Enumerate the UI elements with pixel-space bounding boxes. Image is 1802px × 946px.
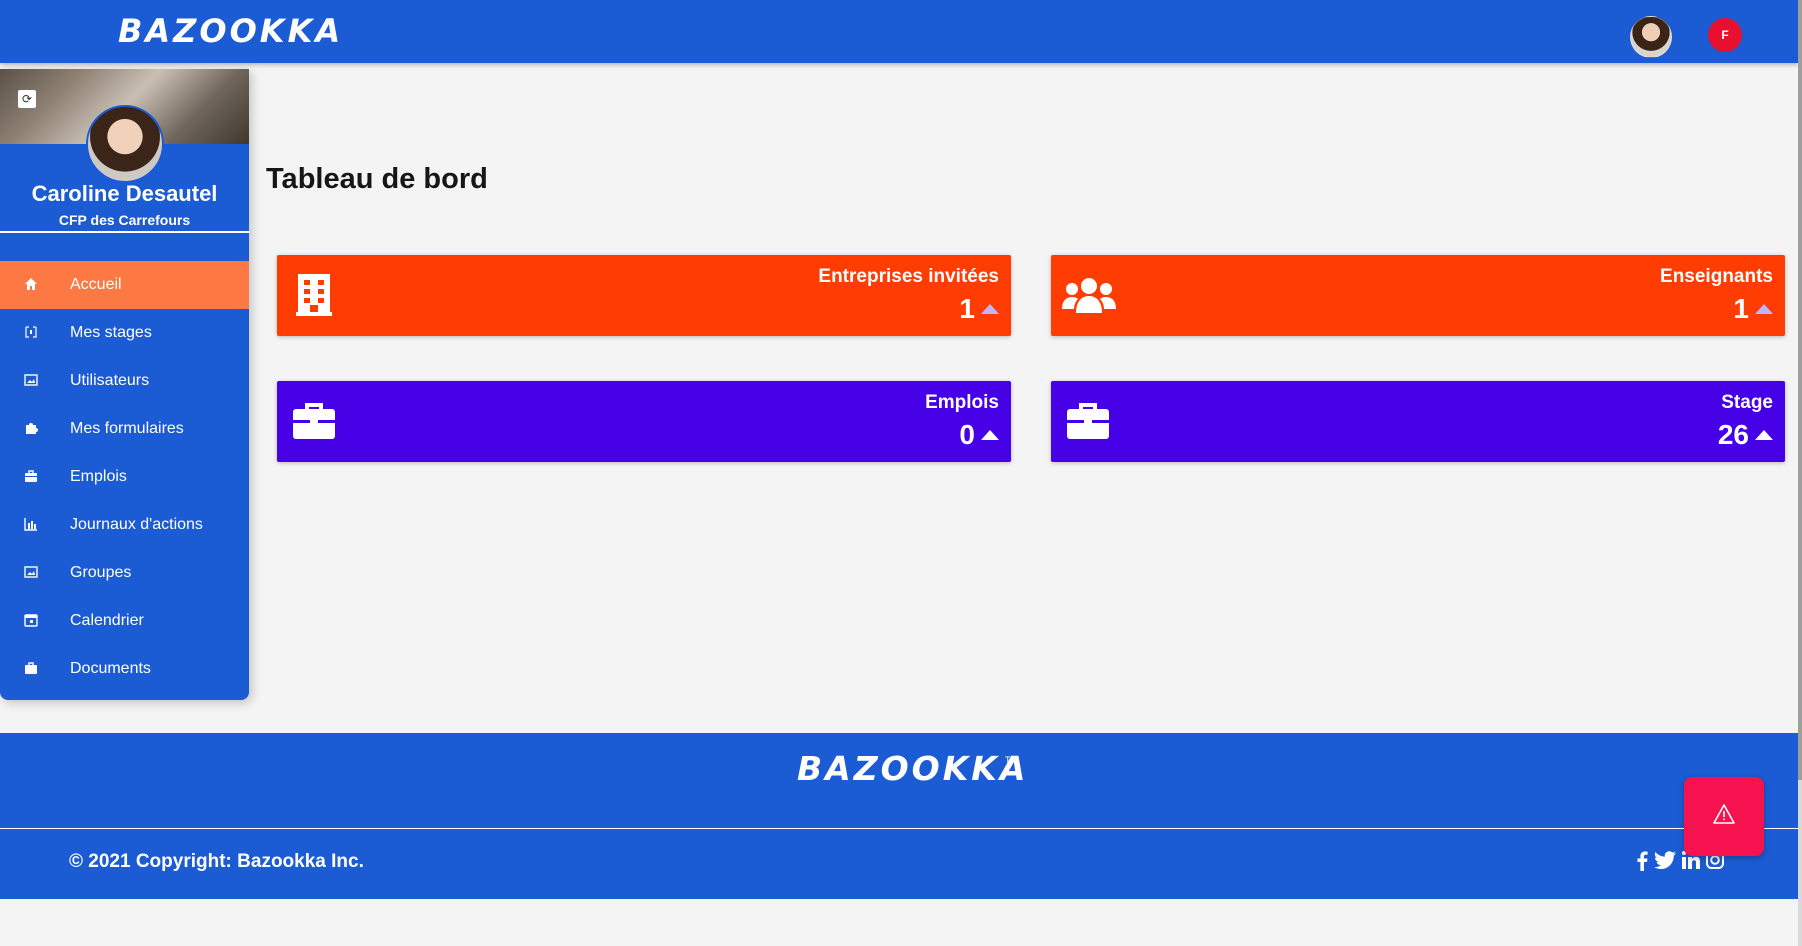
stat-card-entreprises[interactable]: Entreprises invitées 1 — [277, 255, 1011, 336]
trend-up-icon — [981, 430, 999, 440]
image-icon — [0, 565, 70, 582]
stat-card-emplois[interactable]: Emplois 0 — [277, 381, 1011, 462]
sidebar-item-label: Utilisateurs — [70, 372, 150, 389]
stages-icon — [0, 325, 70, 342]
copyright: © 2021 Copyright: Bazookka Inc. — [69, 851, 364, 873]
stat-value: 1 — [959, 293, 975, 324]
sidebar-item-label: Emplois — [70, 468, 127, 485]
report-alert-button[interactable] — [1684, 777, 1764, 856]
stat-value-row: 26 — [1718, 419, 1773, 451]
twitter-icon[interactable] — [1654, 851, 1676, 876]
trend-up-icon — [1755, 304, 1773, 314]
briefcase-icon — [0, 661, 70, 678]
top-navbar: BAZOOKKA F — [0, 0, 1798, 63]
sidebar-item-mes-formulaires[interactable]: Mes formulaires — [0, 405, 249, 453]
stat-label: Stage — [1721, 392, 1773, 413]
trend-up-icon — [1755, 430, 1773, 440]
trademark: TM — [1005, 755, 1018, 765]
user-initial-badge[interactable]: F — [1708, 18, 1742, 52]
sidebar-item-label: Calendrier — [70, 612, 144, 629]
stat-value: 0 — [959, 419, 975, 450]
puzzle-icon — [0, 421, 70, 438]
stat-value: 26 — [1717, 419, 1749, 450]
sidebar-menu: Accueil Mes stages Utilisateurs Mes form… — [0, 261, 249, 693]
sidebar-item-journaux[interactable]: Journaux d'actions — [0, 501, 249, 549]
sidebar-item-documents[interactable]: Documents — [0, 645, 249, 693]
sidebar: ⟳ Caroline Desautel CFP des Carrefours A… — [0, 69, 249, 700]
scrollbar-thumb[interactable] — [1798, 0, 1802, 780]
stat-value-row: 0 — [959, 419, 999, 451]
profile-picture — [86, 105, 164, 183]
copyright-prefix: © 2021 Copyright: — [69, 851, 232, 872]
stat-label: Enseignants — [1660, 266, 1773, 287]
profile-name: Caroline Desautel — [31, 181, 218, 206]
sidebar-item-accueil[interactable]: Accueil — [0, 261, 249, 309]
facebook-icon[interactable] — [1636, 851, 1648, 876]
sidebar-item-emplois[interactable]: Emplois — [0, 453, 249, 501]
profile-divider — [0, 231, 249, 233]
users-icon — [1062, 277, 1116, 320]
footer: BAZOOKKA TM — [0, 733, 1798, 828]
image-icon — [0, 373, 70, 390]
briefcase-icon — [0, 469, 70, 486]
sidebar-item-label: Documents — [70, 660, 151, 677]
footer-logo[interactable]: BAZOOKKA — [797, 749, 1028, 788]
sidebar-item-label: Mes formulaires — [70, 420, 184, 437]
bar-chart-icon — [0, 517, 70, 534]
briefcase-icon — [293, 403, 335, 444]
stat-value-row: 1 — [1733, 293, 1773, 325]
change-cover-icon[interactable]: ⟳ — [18, 90, 36, 108]
stat-label: Emplois — [925, 392, 999, 413]
warning-icon — [1713, 804, 1735, 829]
building-icon — [296, 274, 332, 321]
sidebar-item-label: Groupes — [70, 564, 132, 581]
sidebar-item-groupes[interactable]: Groupes — [0, 549, 249, 597]
calendar-icon — [0, 613, 70, 630]
sidebar-item-utilisateurs[interactable]: Utilisateurs — [0, 357, 249, 405]
sidebar-item-mes-stages[interactable]: Mes stages — [0, 309, 249, 357]
sidebar-item-label: Journaux d'actions — [70, 516, 203, 533]
stat-value: 1 — [1733, 293, 1749, 324]
copyright-brand[interactable]: Bazookka Inc. — [237, 851, 364, 872]
stat-label: Entreprises invitées — [818, 266, 999, 287]
sidebar-item-calendrier[interactable]: Calendrier — [0, 597, 249, 645]
home-icon — [0, 277, 70, 294]
page-title: Tableau de bord — [266, 163, 488, 195]
user-avatar[interactable] — [1630, 16, 1672, 58]
profile-organization: CFP des Carrefours — [58, 212, 191, 228]
sidebar-item-label: Accueil — [70, 276, 122, 293]
footer-bottom: © 2021 Copyright: Bazookka Inc. — [0, 829, 1798, 899]
brand-logo[interactable]: BAZOOKKA — [118, 12, 343, 50]
sidebar-item-label: Mes stages — [70, 324, 152, 341]
stat-card-enseignants[interactable]: Enseignants 1 — [1051, 255, 1785, 336]
stat-card-stage[interactable]: Stage 26 — [1051, 381, 1785, 462]
trend-up-icon — [981, 304, 999, 314]
stat-value-row: 1 — [959, 293, 999, 325]
briefcase-icon — [1067, 403, 1109, 444]
